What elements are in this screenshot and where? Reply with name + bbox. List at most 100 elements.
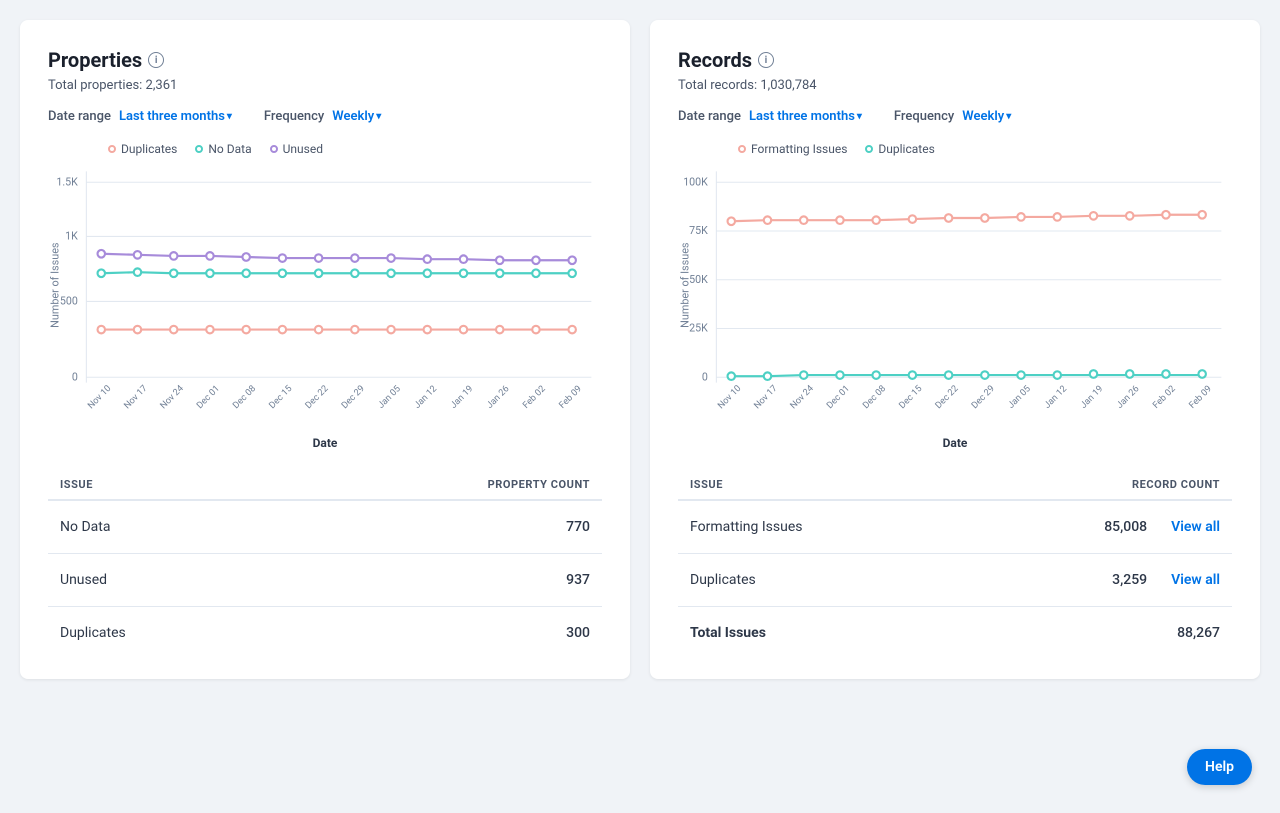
svg-text:Jan 05: Jan 05 bbox=[376, 384, 402, 411]
help-button[interactable]: Help bbox=[1187, 749, 1252, 785]
svg-text:Jan 26: Jan 26 bbox=[1115, 384, 1141, 411]
row-right-formatting: 85,008 View all bbox=[1104, 519, 1220, 535]
svg-text:Jan 26: Jan 26 bbox=[485, 384, 511, 411]
records-chart: 100K 75K 50K 25K 0 bbox=[678, 166, 1232, 426]
svg-text:Dec 01: Dec 01 bbox=[195, 384, 222, 411]
records-filter-row: Date range Last three months Frequency W… bbox=[678, 109, 1232, 124]
svg-text:Dec 29: Dec 29 bbox=[340, 384, 367, 411]
svg-text:Dec 15: Dec 15 bbox=[898, 384, 925, 411]
svg-text:25K: 25K bbox=[689, 322, 708, 335]
svg-text:100K: 100K bbox=[683, 175, 708, 188]
total-issues-count: 88,267 bbox=[1177, 625, 1220, 641]
legend-item-duplicates: Duplicates bbox=[108, 142, 177, 156]
properties-card: Properties i Total properties: 2,361 Dat… bbox=[20, 20, 630, 679]
records-legend: Formatting Issues Duplicates bbox=[678, 142, 1232, 156]
view-all-formatting[interactable]: View all bbox=[1171, 519, 1220, 535]
records-chart-container: 100K 75K 50K 25K 0 bbox=[678, 166, 1232, 426]
row-issue-duplicates-r: Duplicates bbox=[690, 572, 756, 588]
properties-frequency-label: Frequency bbox=[264, 109, 324, 124]
properties-date-range-value[interactable]: Last three months bbox=[119, 109, 232, 124]
row-count-formatting: 85,008 bbox=[1104, 519, 1147, 535]
table-row: Unused 937 bbox=[48, 554, 602, 607]
table-row: Formatting Issues 85,008 View all bbox=[678, 501, 1232, 554]
svg-text:75K: 75K bbox=[689, 224, 708, 237]
svg-text:Dec 22: Dec 22 bbox=[304, 384, 331, 411]
total-issues-label: Total Issues bbox=[690, 625, 766, 641]
svg-text:Nov 17: Nov 17 bbox=[753, 384, 780, 412]
records-date-range-label: Date range bbox=[678, 109, 741, 124]
table-row: Duplicates 300 bbox=[48, 607, 602, 659]
legend-label-unused: Unused bbox=[283, 142, 323, 156]
properties-info-icon[interactable]: i bbox=[148, 52, 164, 68]
dashboard: Properties i Total properties: 2,361 Dat… bbox=[20, 20, 1260, 679]
total-row: Total Issues 88,267 bbox=[678, 607, 1232, 659]
svg-text:Dec 08: Dec 08 bbox=[231, 384, 258, 411]
legend-dot-duplicates bbox=[108, 145, 116, 153]
svg-text:Dec 22: Dec 22 bbox=[934, 384, 961, 411]
records-info-icon[interactable]: i bbox=[758, 52, 774, 68]
properties-legend: Duplicates No Data Unused bbox=[48, 142, 602, 156]
row-count-duplicates-r: 3,259 bbox=[1112, 572, 1147, 588]
svg-text:Nov 17: Nov 17 bbox=[123, 384, 150, 412]
svg-text:Number of Issues: Number of Issues bbox=[49, 242, 62, 328]
legend-item-nodata: No Data bbox=[195, 142, 251, 156]
svg-text:500: 500 bbox=[60, 295, 78, 308]
row-issue-nodata: No Data bbox=[60, 519, 110, 535]
properties-frequency-value[interactable]: Weekly bbox=[332, 109, 381, 124]
row-issue-unused: Unused bbox=[60, 572, 107, 588]
properties-title: Properties i bbox=[48, 48, 602, 72]
records-table-header: ISSUE RECORD COUNT bbox=[678, 470, 1232, 501]
records-title: Records i bbox=[678, 48, 1232, 72]
legend-item-duplicates-r: Duplicates bbox=[865, 142, 934, 156]
svg-text:Number of Issues: Number of Issues bbox=[679, 242, 692, 328]
svg-text:Feb 09: Feb 09 bbox=[558, 384, 584, 411]
svg-text:Nov 24: Nov 24 bbox=[159, 384, 186, 412]
svg-text:Dec 08: Dec 08 bbox=[861, 384, 888, 411]
svg-text:Dec 29: Dec 29 bbox=[970, 384, 997, 411]
row-right-duplicates: 3,259 View all bbox=[1112, 572, 1220, 588]
row-count-duplicates: 300 bbox=[566, 625, 590, 641]
svg-text:Nov 24: Nov 24 bbox=[789, 384, 816, 412]
legend-dot-unused bbox=[270, 145, 278, 153]
records-date-range-value[interactable]: Last three months bbox=[749, 109, 862, 124]
records-frequency-value[interactable]: Weekly bbox=[962, 109, 1011, 124]
svg-text:0: 0 bbox=[72, 370, 78, 383]
records-frequency-label: Frequency bbox=[894, 109, 954, 124]
svg-text:Feb 09: Feb 09 bbox=[1188, 384, 1214, 411]
legend-label-duplicates: Duplicates bbox=[121, 142, 177, 156]
svg-text:Nov 10: Nov 10 bbox=[86, 384, 113, 412]
properties-col-count: PROPERTY COUNT bbox=[488, 478, 590, 491]
svg-text:Jan 12: Jan 12 bbox=[413, 384, 439, 411]
svg-text:1.5K: 1.5K bbox=[56, 175, 78, 188]
svg-text:Dec 01: Dec 01 bbox=[825, 384, 852, 411]
legend-dot-formatting bbox=[738, 145, 746, 153]
svg-text:1K: 1K bbox=[65, 230, 78, 243]
records-subtitle: Total records: 1,030,784 bbox=[678, 78, 1232, 93]
svg-text:Jan 05: Jan 05 bbox=[1006, 384, 1032, 411]
records-title-text: Records bbox=[678, 48, 752, 72]
table-row: No Data 770 bbox=[48, 501, 602, 554]
legend-label-duplicates-r: Duplicates bbox=[878, 142, 934, 156]
svg-text:Feb 02: Feb 02 bbox=[1151, 384, 1177, 411]
row-count-nodata: 770 bbox=[566, 519, 590, 535]
properties-date-range-label: Date range bbox=[48, 109, 111, 124]
properties-table: ISSUE PROPERTY COUNT No Data 770 Unused … bbox=[48, 470, 602, 659]
properties-table-header: ISSUE PROPERTY COUNT bbox=[48, 470, 602, 501]
row-issue-formatting: Formatting Issues bbox=[690, 519, 802, 535]
row-issue-duplicates: Duplicates bbox=[60, 625, 126, 641]
legend-item-unused: Unused bbox=[270, 142, 323, 156]
properties-filter-row: Date range Last three months Frequency W… bbox=[48, 109, 602, 124]
svg-text:Jan 12: Jan 12 bbox=[1043, 384, 1069, 411]
properties-chart-container: 1.5K 1K 500 0 bbox=[48, 166, 602, 426]
legend-dot-nodata bbox=[195, 145, 203, 153]
records-table: ISSUE RECORD COUNT Formatting Issues 85,… bbox=[678, 470, 1232, 659]
properties-title-text: Properties bbox=[48, 48, 142, 72]
legend-label-nodata: No Data bbox=[208, 142, 251, 156]
records-col-count: RECORD COUNT bbox=[1132, 478, 1220, 491]
svg-text:Jan 19: Jan 19 bbox=[449, 384, 475, 411]
records-x-axis-label: Date bbox=[678, 436, 1232, 450]
view-all-duplicates[interactable]: View all bbox=[1171, 572, 1220, 588]
svg-text:Nov 10: Nov 10 bbox=[716, 384, 743, 412]
records-col-issue: ISSUE bbox=[690, 478, 723, 491]
properties-col-issue: ISSUE bbox=[60, 478, 93, 491]
